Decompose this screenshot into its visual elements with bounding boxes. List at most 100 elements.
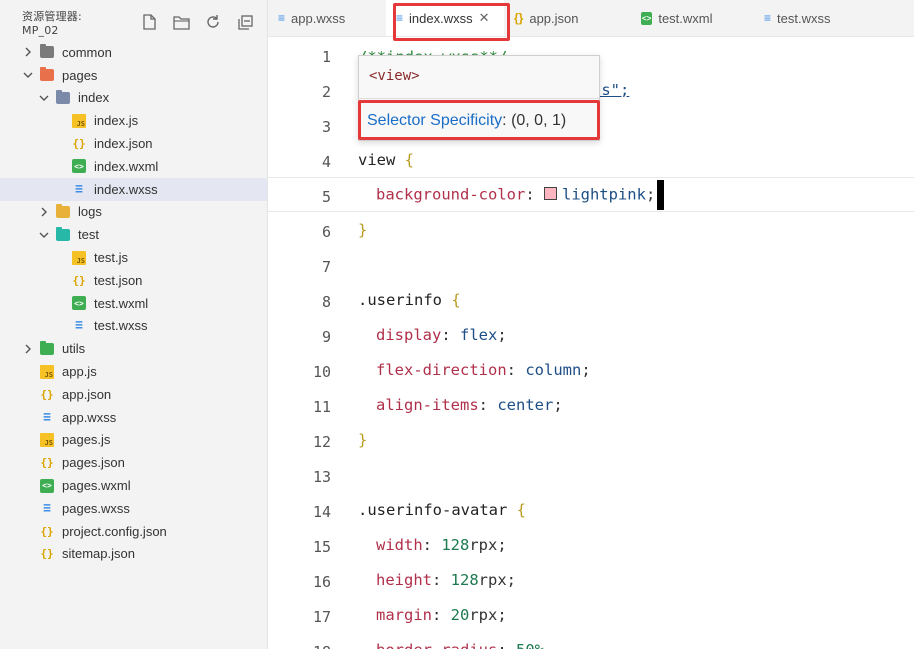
code-line-12: }: [268, 422, 914, 457]
line-number-row: 7: [268, 249, 914, 284]
tree-item-label: pages.wxss: [62, 500, 130, 516]
close-icon[interactable]: ✕: [479, 10, 490, 26]
tab-label: test.wxss: [777, 10, 831, 26]
tree-file[interactable]: {} sitemap.json: [0, 543, 267, 566]
wxss-file-icon: ≡: [764, 11, 772, 25]
property: align-items: [376, 395, 479, 414]
wxss-file-icon: ≡: [75, 181, 83, 197]
selector-userinfo-avatar: .userinfo-avatar: [358, 500, 508, 519]
wxml-file-icon: <>: [40, 478, 54, 493]
tab-label: app.json: [529, 10, 579, 26]
code-line-17: margin: 20rpx;: [376, 605, 507, 624]
unit: rpx: [478, 570, 507, 589]
selector-specificity: Selector Specificity: (0, 0, 1): [367, 112, 566, 130]
number: 128: [441, 535, 470, 554]
tree-file[interactable]: {} index.json: [0, 132, 267, 155]
tree-item-label: sitemap.json: [62, 546, 135, 562]
wxss-file-icon: ≡: [43, 409, 51, 425]
chevron-right-icon[interactable]: [38, 206, 50, 218]
number: 128: [450, 570, 479, 589]
tree-folder[interactable]: test: [0, 223, 267, 246]
tree-item-label: index.js: [94, 113, 139, 129]
property: background-color: [376, 185, 526, 203]
tree-file[interactable]: {} app.json: [0, 383, 267, 406]
chevron-down-icon[interactable]: [38, 92, 50, 104]
tab-app-wxss[interactable]: ≡ app.wxss: [268, 0, 386, 36]
folder-icon: [40, 44, 54, 59]
tree-item-label: index.json: [94, 136, 153, 152]
tree-item-label: test.json: [94, 272, 143, 288]
tree-file[interactable]: JS pages.js: [0, 429, 267, 452]
tree-file[interactable]: JS test.js: [0, 246, 267, 269]
wxml-file-icon: <>: [641, 11, 653, 25]
tree-file[interactable]: {} project.config.json: [0, 520, 267, 543]
line-number: 3: [321, 117, 331, 136]
json-file-icon: {}: [40, 387, 54, 401]
tab-app-json[interactable]: {} app.json: [504, 0, 631, 36]
property: border-radius: [376, 641, 497, 649]
tree-file[interactable]: <> test.wxml: [0, 292, 267, 315]
tree-item-label: test: [78, 227, 99, 243]
tree-item-label: app.json: [62, 386, 112, 402]
tree-file[interactable]: ≡ test.wxss: [0, 315, 267, 338]
line-number-row: 13: [268, 459, 914, 494]
code-line-16: height: 128rpx;: [376, 570, 517, 589]
value: column: [525, 360, 582, 379]
tree-file[interactable]: {} test.json: [0, 269, 267, 292]
text-cursor: [657, 179, 665, 210]
json-file-icon: {}: [40, 456, 54, 470]
folder-icon-wrap: [40, 67, 54, 82]
tree-item-label: test.wxss: [94, 318, 148, 334]
editor-tab-bar: ≡ app.wxss ≡ index.wxss ✕ {} app.json <> test.wx…: [268, 0, 914, 37]
tree-file[interactable]: JS index.js: [0, 109, 267, 132]
js-file-icon: JS: [72, 113, 86, 128]
tree-item-label: pages: [62, 67, 98, 83]
tree-file[interactable]: ≡ app.wxss: [0, 406, 267, 429]
tree-file[interactable]: <> pages.wxml: [0, 474, 267, 497]
folder-icon-wrap: [40, 44, 54, 59]
tree-file[interactable]: <> index.wxml: [0, 155, 267, 178]
tree-folder[interactable]: index: [0, 87, 267, 110]
json-file-icon: {}: [72, 273, 86, 287]
line-number: 7: [321, 257, 331, 276]
value: lightpink: [561, 185, 646, 203]
selector-userinfo: .userinfo: [358, 290, 442, 309]
tree-item-label: app.js: [62, 364, 97, 380]
collapse-all-icon[interactable]: [235, 12, 255, 32]
property: height: [376, 570, 432, 589]
tree-folder[interactable]: pages: [0, 64, 267, 87]
explorer-title: 资源管理器: MP_02: [22, 9, 82, 37]
tree-item-label: index.wxss: [94, 181, 158, 197]
color-swatch[interactable]: [543, 187, 557, 200]
new-file-icon[interactable]: [140, 12, 160, 32]
json-file-icon: {}: [40, 547, 54, 561]
chevron-right-icon[interactable]: [22, 46, 34, 58]
specificity-link[interactable]: Selector Specificity: [367, 112, 502, 129]
tree-folder[interactable]: utils: [0, 337, 267, 360]
tab-test-wxml[interactable]: <> test.wxml: [631, 0, 754, 36]
tab-test-wxss[interactable]: ≡ test.wxss: [754, 0, 869, 36]
explorer-sidebar: 资源管理器: MP_02 common pages index JS index.js {…: [0, 0, 268, 649]
json-file-icon: {}: [72, 137, 86, 151]
code-line-8: .userinfo {: [358, 290, 461, 309]
wxml-file-icon: <>: [72, 159, 86, 174]
unit: rpx: [469, 535, 498, 554]
tree-folder[interactable]: common: [0, 41, 267, 64]
code-line-11: align-items: center;: [376, 395, 563, 414]
property: margin: [376, 605, 432, 624]
tab-index-wxss[interactable]: ≡ index.wxss ✕: [386, 0, 504, 36]
js-file-icon: JS: [40, 364, 54, 379]
tree-item-label: project.config.json: [62, 523, 167, 539]
folder-icon-wrap: [56, 226, 70, 242]
tree-file[interactable]: ≡ index.wxss: [0, 177, 267, 201]
chevron-down-icon[interactable]: [38, 229, 50, 241]
js-file-icon: JS: [72, 250, 86, 265]
refresh-icon[interactable]: [203, 12, 223, 32]
new-folder-icon[interactable]: [171, 12, 191, 32]
tree-file[interactable]: {} pages.json: [0, 451, 267, 474]
tree-file[interactable]: JS app.js: [0, 360, 267, 383]
chevron-down-icon[interactable]: [22, 69, 34, 81]
chevron-right-icon[interactable]: [22, 343, 34, 355]
tree-folder[interactable]: logs: [0, 201, 267, 224]
tree-file[interactable]: ≡ pages.wxss: [0, 497, 267, 520]
